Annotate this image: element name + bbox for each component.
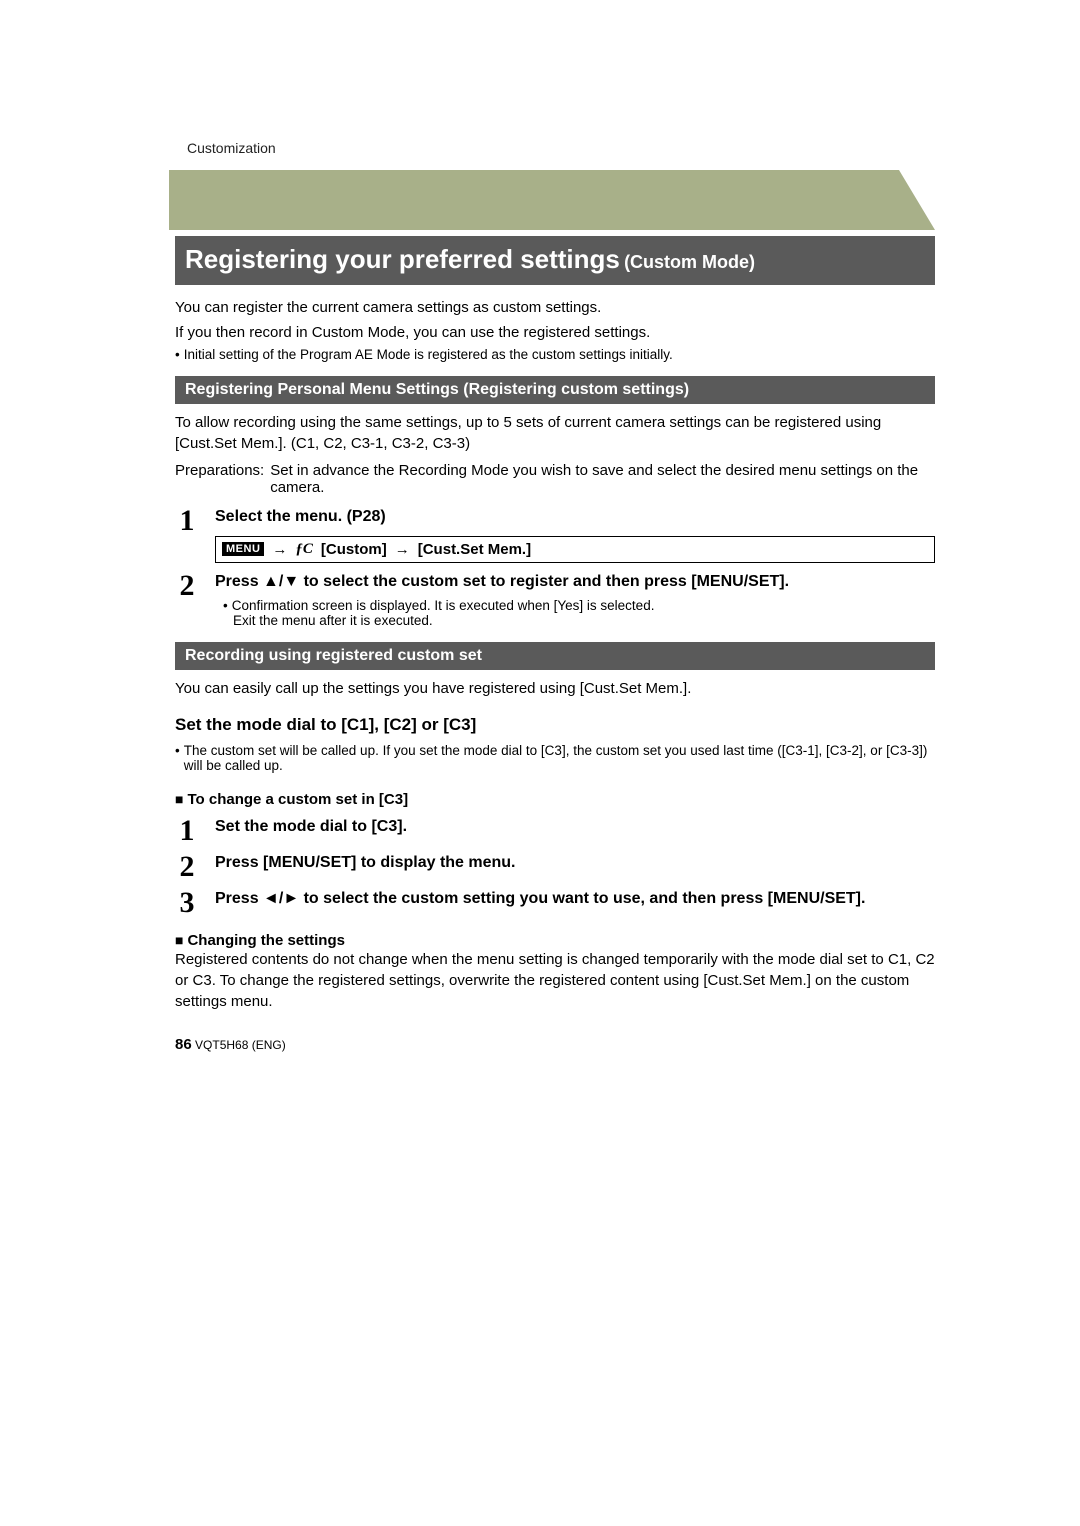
doc-id: VQT5H68 (ENG) — [195, 1038, 286, 1052]
page-footer: 86 VQT5H68 (ENG) — [175, 1036, 935, 1053]
recording-intro: You can easily call up the settings you … — [175, 678, 935, 699]
page-number: 86 — [175, 1036, 192, 1053]
preparations: Preparations: Set in advance the Recordi… — [175, 462, 935, 496]
square-bullet-icon: ■ — [175, 932, 183, 948]
changing-settings-body: Registered contents do not change when t… — [175, 949, 935, 1012]
step-2-notes: •Confirmation screen is displayed. It is… — [223, 598, 935, 628]
step-1-title: Select the menu. (P28) — [215, 506, 935, 528]
arrow-icon: → — [395, 541, 410, 558]
manual-page: Customization Registering your preferred… — [0, 0, 1080, 1526]
step-number: 2 — [175, 852, 199, 882]
page-title: Registering your preferred settings — [185, 244, 620, 274]
step-2-title: Press ▲/▼ to select the custom set to re… — [215, 571, 935, 593]
step-number: 3 — [175, 888, 199, 918]
menu-path: MENU → ƒC[Custom] → [Cust.Set Mem.] — [215, 536, 935, 563]
header-accent — [169, 170, 935, 230]
intro-line-2: If you then record in Custom Mode, you c… — [175, 322, 935, 343]
register-description: To allow recording using the same settin… — [175, 412, 935, 454]
step-number: 2 — [175, 571, 199, 601]
intro-bullet: • Initial setting of the Program AE Mode… — [175, 347, 935, 362]
change-step-2: 2 Press [MENU/SET] to display the menu. — [175, 852, 935, 882]
changing-settings-title: Changing the settings — [187, 932, 345, 949]
step-2: 2 Press ▲/▼ to select the custom set to … — [175, 571, 935, 629]
page-header: Customization — [175, 170, 935, 230]
section-breadcrumb: Customization — [187, 140, 276, 156]
change-step-3: 3 Press ◄/► to select the custom setting… — [175, 888, 935, 918]
step-number: 1 — [175, 506, 199, 536]
preparations-text: Set in advance the Recording Mode you wi… — [270, 462, 935, 496]
intro-line-1: You can register the current camera sett… — [175, 297, 935, 318]
preparations-label: Preparations: — [175, 462, 264, 496]
step-1: 1 Select the menu. (P28) MENU → ƒC[Custo… — [175, 506, 935, 565]
mode-dial-note: • The custom set will be called up. If y… — [175, 743, 935, 773]
square-bullet-icon: ■ — [175, 791, 183, 807]
step-number: 1 — [175, 816, 199, 846]
change-step-1: 1 Set the mode dial to [C3]. — [175, 816, 935, 846]
page-title-bar: Registering your preferred settings (Cus… — [175, 236, 935, 285]
arrow-icon: → — [272, 541, 287, 558]
subheading-register: Registering Personal Menu Settings (Regi… — [175, 376, 935, 404]
page-subtitle: (Custom Mode) — [624, 252, 755, 272]
change-custom-set-heading: ■To change a custom set in [C3] — [175, 791, 935, 808]
changing-settings-section: ■Changing the settings Registered conten… — [175, 932, 935, 1012]
set-mode-dial-heading: Set the mode dial to [C1], [C2] or [C3] — [175, 715, 935, 735]
change-steps: 1 Set the mode dial to [C3]. 2 Press [ME… — [175, 816, 935, 918]
fc-icon: ƒC — [295, 541, 313, 558]
register-steps: 1 Select the menu. (P28) MENU → ƒC[Custo… — [175, 506, 935, 628]
menu-badge-icon: MENU — [222, 542, 264, 556]
subheading-recording: Recording using registered custom set — [175, 642, 935, 670]
